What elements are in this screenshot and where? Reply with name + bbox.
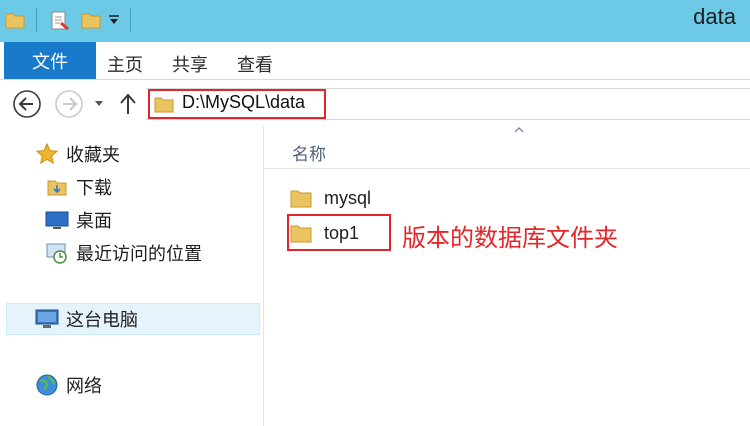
sidebar-item-downloads[interactable]: 下载 (44, 172, 112, 202)
download-folder-icon (44, 175, 70, 199)
sidebar-item-this-pc[interactable]: 这台电脑 (34, 304, 138, 334)
sidebar-item-label: 这台电脑 (66, 310, 138, 331)
up-icon[interactable] (118, 92, 138, 116)
folder-highlight-box (287, 214, 391, 251)
folder-icon (290, 187, 314, 209)
star-icon (34, 142, 60, 166)
recent-locations-dropdown-icon[interactable] (94, 100, 104, 108)
toolbar-separator (130, 8, 131, 32)
tab-share[interactable]: 共享 (172, 51, 208, 77)
sidebar-item-network[interactable]: 网络 (34, 370, 102, 400)
network-icon (34, 373, 60, 397)
column-header[interactable] (264, 134, 750, 169)
sidebar-item-label: 收藏夹 (66, 145, 120, 166)
file-name: mysql (324, 187, 372, 208)
tab-home[interactable]: 主页 (107, 51, 143, 77)
title-bar: data (0, 0, 750, 42)
customize-toolbar-icon[interactable] (108, 14, 120, 26)
recent-places-icon (44, 241, 70, 265)
sidebar-item-label: 桌面 (76, 211, 112, 232)
properties-icon[interactable] (48, 9, 72, 33)
tab-view[interactable]: 查看 (237, 51, 273, 77)
tab-file[interactable]: 文件 (4, 42, 96, 79)
back-icon[interactable] (12, 89, 42, 119)
sidebar-item-label: 网络 (66, 376, 102, 397)
toolbar-separator (36, 8, 37, 32)
desktop-icon (44, 208, 70, 232)
address-highlight-box (148, 89, 326, 119)
new-folder-icon[interactable] (80, 9, 102, 31)
window-title: data (693, 4, 736, 29)
sidebar-item-recent-places[interactable]: 最近访问的位置 (44, 238, 202, 268)
file-list (264, 126, 750, 426)
list-item[interactable]: mysql (290, 184, 371, 212)
sidebar-item-label: 下载 (76, 178, 112, 199)
ribbon: 文件 主页 共享 查看 (0, 42, 750, 80)
sort-ascending-icon (514, 127, 524, 133)
sidebar-item-favorites[interactable]: 收藏夹 (34, 139, 120, 169)
forward-icon[interactable] (54, 89, 84, 119)
sidebar-item-desktop[interactable]: 桌面 (44, 205, 112, 235)
computer-icon (34, 307, 60, 331)
folder-icon[interactable] (4, 9, 26, 31)
column-header-name[interactable]: 名称 (292, 140, 326, 165)
sidebar-item-label: 最近访问的位置 (76, 244, 202, 265)
annotation-text: 版本的数据库文件夹 (402, 224, 618, 252)
